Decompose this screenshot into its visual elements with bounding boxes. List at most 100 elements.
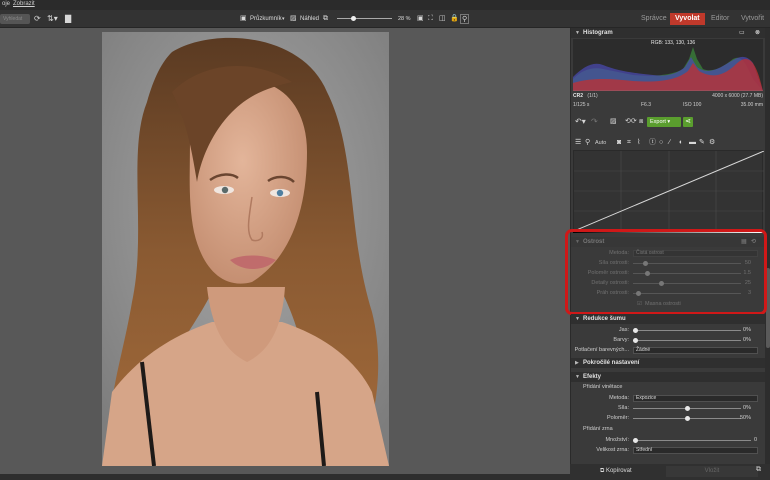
image-icon[interactable]: ▨: [610, 117, 617, 127]
zoom-slider[interactable]: [337, 16, 392, 21]
pen-icon[interactable]: ✎: [699, 138, 705, 148]
exif-iso: ISO 100: [683, 102, 702, 108]
vignette-radius-value: 50%: [739, 415, 751, 421]
action-row: ↶▾ ↷ ▨ ⟲⟳ ⧈ Export ▾ ⋖: [573, 116, 763, 128]
tone-curve[interactable]: [573, 150, 765, 232]
portrait-image: [102, 32, 389, 466]
grain-title: Přidání zrna: [583, 426, 613, 432]
export-label: Export: [650, 119, 666, 125]
vignette-radius-slider[interactable]: [633, 416, 741, 421]
tab-manager[interactable]: Správce: [636, 13, 672, 25]
stamp-icon[interactable]: ▬: [689, 138, 696, 148]
tab-develop[interactable]: Vyvolat: [670, 13, 705, 25]
export-button[interactable]: Export ▾: [647, 117, 681, 127]
image-icon: ▨: [290, 15, 297, 22]
camera-icon[interactable]: ◙: [617, 138, 621, 148]
wand-icon[interactable]: ⚲: [585, 138, 590, 148]
noise-label: Barvy:: [613, 337, 629, 343]
collapse-icon: ▼: [575, 316, 580, 322]
fit-icon[interactable]: ▣: [417, 14, 424, 24]
vignette-method-label: Metoda:: [609, 395, 629, 401]
advanced-header[interactable]: ▶ Pokročilé nastavení: [571, 358, 765, 368]
noise-slider[interactable]: [633, 328, 741, 333]
noise-suppress-select[interactable]: Žádné: [633, 347, 758, 354]
slider-knob[interactable]: [684, 406, 690, 411]
exif-focal: 35.00 mm: [740, 102, 763, 108]
paste-button[interactable]: Vložit: [666, 466, 758, 477]
preview-button[interactable]: Náhled: [300, 14, 319, 24]
grain-size-select[interactable]: Střední: [633, 447, 758, 454]
grain-amount-label: Množství:: [605, 437, 629, 443]
effects-title: Efekty: [583, 374, 602, 380]
noise-suppress-label: Potlačení barevných...: [574, 347, 629, 353]
noise-value: 0%: [743, 337, 751, 343]
refresh-icon[interactable]: ⟳: [34, 14, 41, 24]
auto-button[interactable]: Auto: [595, 139, 606, 147]
vignette-strength-slider[interactable]: [633, 406, 741, 411]
vignette-strength-row: Síla: 0%: [571, 404, 765, 413]
exif-row: 1/125 s F6.3 ISO 100 35.00 mm: [573, 101, 763, 110]
noise-slider[interactable]: [633, 338, 741, 343]
compare-icon[interactable]: ◫: [439, 14, 446, 24]
gradient-icon[interactable]: ◐: [679, 138, 683, 148]
copy-settings-icon[interactable]: ⧉: [756, 466, 761, 474]
lock-icon[interactable]: 🔒: [450, 14, 459, 24]
menu-item-view[interactable]: Zobrazit: [13, 1, 35, 7]
levels-icon[interactable]: ⌇: [637, 138, 640, 148]
browser-icon: ▣: [240, 15, 247, 22]
toolbar: Vyhledat ⟳ ⇅▾ ▇ ▣ Průzkumník ▾ ▨ Náhled …: [0, 10, 770, 28]
slider-knob[interactable]: [633, 338, 638, 343]
histogram-chart: RGB: 133, 130, 136: [573, 39, 763, 92]
menu-bar: oje Zobrazit: [0, 0, 770, 10]
fullscreen-icon[interactable]: ⛶: [428, 14, 433, 24]
filmstrip-bar: [0, 474, 570, 480]
vignette-strength-value: 0%: [743, 405, 751, 411]
effects-header[interactable]: ▼ Efekty: [571, 372, 765, 382]
copy-button[interactable]: ⧉ Kopírovat: [600, 466, 662, 477]
tab-editor[interactable]: Editor: [706, 13, 734, 25]
file-info-row: CR2 (1/1) 4000 x 6000 (27.7 MB): [573, 92, 763, 101]
noise-suppress-row: Potlačení barevných... Žádné: [571, 346, 765, 355]
expand-icon: ▶: [575, 360, 579, 366]
slider-knob[interactable]: [633, 328, 638, 333]
menu-icon[interactable]: ☰: [575, 138, 581, 148]
vignette-method-select[interactable]: Expozice: [633, 395, 758, 402]
vignette-radius-label: Poloměr:: [606, 415, 629, 421]
undo-icon[interactable]: ↶▾: [575, 117, 586, 127]
develop-panel: ▼ Histogram ▭ ⊗ RGB: 133, 130, 136 CR2 (…: [565, 28, 770, 474]
browser-dropdown[interactable]: Průzkumník: [250, 14, 282, 24]
copy-icon: ⧉: [600, 468, 605, 474]
copy-paste-bar: ⧉ Kopírovat Vložit ⧉: [570, 464, 770, 480]
close-circle-icon[interactable]: ⊗: [755, 28, 760, 38]
menu-item-edit[interactable]: oje: [2, 1, 10, 7]
search-input[interactable]: Vyhledat: [0, 14, 30, 24]
rotate-icon[interactable]: ⟲⟳: [625, 117, 637, 127]
collapse-icon: ▼: [575, 374, 580, 380]
gear-icon[interactable]: ⚙: [709, 138, 715, 148]
text-icon[interactable]: ⓣ: [649, 138, 656, 148]
crop-tool-icon[interactable]: ⌗: [627, 138, 631, 148]
grain-amount-slider[interactable]: [633, 438, 751, 443]
histogram-options-icon[interactable]: ▭: [739, 28, 745, 38]
chevron-down-icon[interactable]: ▾: [282, 14, 285, 24]
sort-icon[interactable]: ⇅▾: [47, 14, 58, 24]
tab-create[interactable]: Vytvořit: [736, 13, 769, 25]
brush-icon[interactable]: ∕: [669, 138, 670, 148]
grain-amount-row: Množství: 0: [571, 436, 765, 445]
folder-add-icon[interactable]: ▇: [65, 14, 71, 24]
slider-knob[interactable]: [684, 416, 690, 421]
open-external-icon[interactable]: ⧉: [323, 14, 328, 24]
advanced-title: Pokročilé nastavení: [583, 360, 640, 366]
zoom-slider-knob[interactable]: [351, 16, 356, 21]
noise-header[interactable]: ▼ Redukce šumu: [571, 314, 765, 324]
histogram-header[interactable]: ▼ Histogram ▭ ⊗: [571, 28, 765, 38]
crop-icon[interactable]: ⧈: [639, 117, 643, 127]
slider-knob[interactable]: [633, 438, 638, 443]
noise-title: Redukce šumu: [583, 316, 626, 322]
redo-icon[interactable]: ↷: [591, 117, 598, 127]
noise-row: Jas: 0%: [571, 326, 765, 335]
circle-icon[interactable]: ○: [659, 138, 663, 148]
share-icon[interactable]: ⋖: [683, 117, 693, 127]
zoom-user-icon[interactable]: ⚲: [460, 14, 470, 24]
vignette-strength-label: Síla:: [617, 405, 629, 411]
